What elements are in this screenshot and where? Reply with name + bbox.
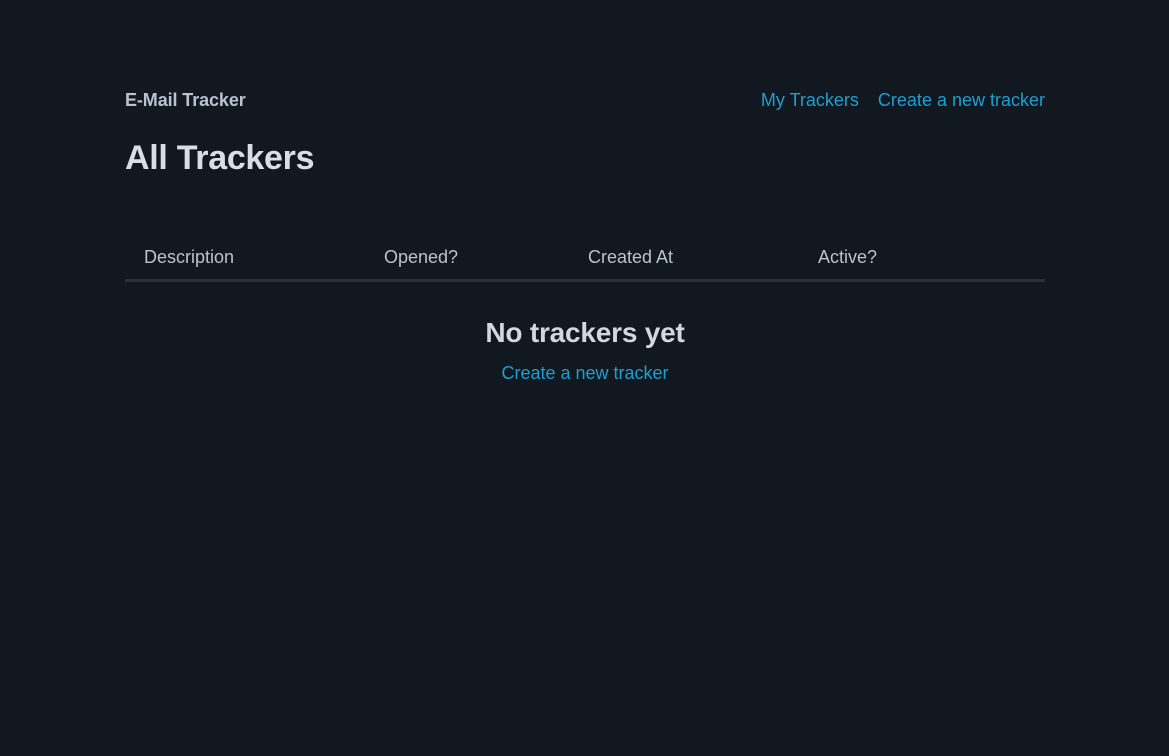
page-title: All Trackers	[125, 139, 315, 177]
trackers-table-header-row: Description Opened? Created At Active?	[125, 236, 1045, 282]
empty-state: No trackers yet Create a new tracker	[125, 312, 1045, 384]
nav-link-create-tracker[interactable]: Create a new tracker	[878, 88, 1045, 112]
brand-title: E-Mail Tracker	[125, 90, 246, 110]
top-header: E-Mail Tracker My Trackers Create a new …	[125, 88, 1045, 114]
top-nav: My Trackers Create a new tracker	[761, 88, 1045, 112]
nav-link-my-trackers[interactable]: My Trackers	[761, 88, 859, 112]
column-header-created-at: Created At	[588, 236, 818, 282]
column-header-description: Description	[125, 236, 384, 282]
empty-state-title: No trackers yet	[485, 317, 685, 348]
trackers-table-header: Description Opened? Created At Active?	[125, 236, 1045, 282]
column-header-opened: Opened?	[384, 236, 588, 282]
trackers-table: Description Opened? Created At Active?	[125, 236, 1045, 282]
empty-state-create-tracker-link[interactable]: Create a new tracker	[501, 363, 668, 383]
column-header-active: Active?	[818, 236, 1045, 282]
